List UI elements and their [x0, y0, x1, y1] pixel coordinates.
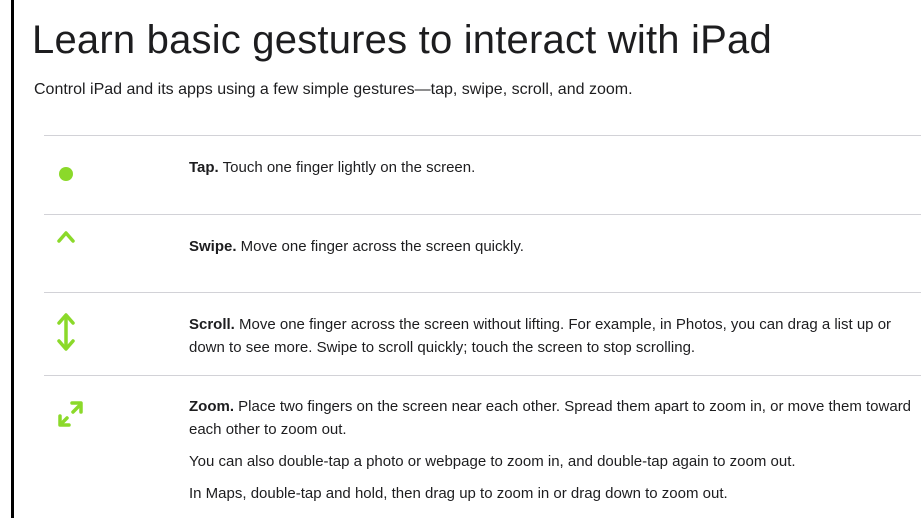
- gesture-term: Tap.: [189, 159, 219, 176]
- gesture-term: Swipe.: [189, 238, 237, 255]
- left-border: [11, 0, 14, 518]
- zoom-extra-text: In Maps, double-tap and hold, then drag …: [189, 485, 728, 502]
- tap-dot-icon: [50, 154, 82, 194]
- gesture-description: Place two fingers on the screen near eac…: [189, 398, 912, 438]
- divider: [44, 375, 921, 376]
- gesture-term: Scroll.: [189, 316, 235, 333]
- gesture-description: Move one finger across the screen quickl…: [236, 238, 524, 255]
- gesture-term: Zoom.: [189, 398, 234, 415]
- divider: [44, 214, 921, 215]
- gesture-item-scroll: Scroll. Move one finger across the scree…: [189, 313, 913, 359]
- gesture-item-zoom: Zoom. Place two fingers on the screen ne…: [189, 395, 913, 505]
- scroll-arrow-up-down-icon: [50, 309, 82, 351]
- zoom-extra-text: You can also double-tap a photo or webpa…: [189, 453, 796, 470]
- gesture-item-tap: Tap. Touch one finger lightly on the scr…: [189, 156, 913, 179]
- divider: [44, 135, 921, 136]
- intro-text: Control iPad and its apps using a few si…: [34, 81, 633, 98]
- divider: [44, 292, 921, 293]
- gesture-description: Move one finger across the screen withou…: [189, 316, 892, 356]
- gesture-description: Touch one finger lightly on the screen.: [218, 159, 476, 176]
- page-title: Learn basic gestures to interact with iP…: [32, 18, 772, 62]
- gesture-item-swipe: Swipe. Move one finger across the screen…: [189, 235, 913, 258]
- zoom-expand-arrows-icon: [50, 390, 83, 430]
- swipe-arrow-up-icon: [50, 226, 82, 270]
